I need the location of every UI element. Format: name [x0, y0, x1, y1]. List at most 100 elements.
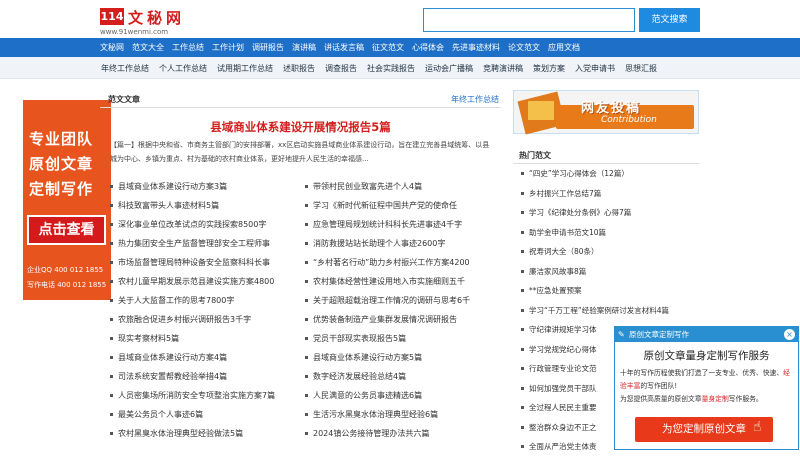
article-link[interactable]: 人员密集场所消防安全专项整治实施方案7篇 [108, 386, 303, 405]
close-icon[interactable]: × [784, 329, 795, 340]
article-link[interactable]: 科技致富带头人事迹材料5篇 [108, 196, 303, 215]
subnav-item[interactable]: 年终工作总结 [96, 63, 154, 74]
article-link[interactable]: 农村黑臭水体治理典型经验做法5篇 [108, 424, 303, 443]
subnav-item[interactable]: 调查报告 [320, 63, 362, 74]
submit-title: 网友投稿 [581, 101, 642, 116]
article-link[interactable]: 带领村民创业致富先进个人4篇 [303, 177, 498, 196]
subnav-item[interactable]: 策划方案 [528, 63, 570, 74]
article-link[interactable]: 县域商业体系建设行动方案4篇 [108, 348, 303, 367]
header: 114 文秘网 www.91wenmi.com 范文搜索 [0, 0, 800, 38]
ad-line: 原创文章 [29, 155, 94, 173]
pencil-icon: ✎ [618, 330, 625, 339]
feature-title[interactable]: 县域商业体系建设开展情况报告5篇 [100, 119, 501, 135]
nav-item[interactable]: 心得体会 [408, 42, 448, 53]
article-link[interactable]: 农旅融合促进乡村振兴调研报告3千字 [108, 310, 303, 329]
nav-item[interactable]: 论文范文 [504, 42, 544, 53]
article-link[interactable]: 市场监督管理局特种设备安全监察科科长事 [108, 253, 303, 272]
feature-tag: 【篇一】 [110, 141, 138, 149]
logo-url: www.91wenmi.com [100, 28, 169, 36]
popup-bar-title: 原创文章定制写作 [629, 330, 689, 339]
desc-highlight: 量身定制 [701, 395, 729, 403]
subnav-item[interactable]: 思想汇报 [620, 63, 662, 74]
subnav-item[interactable]: 个人工作总结 [154, 63, 212, 74]
feature-summary: 【篇一】根据中央和省、市商务主管部门的安排部署，xx区启动实施县域商业体系建设行… [110, 138, 495, 166]
search-input[interactable] [423, 8, 635, 32]
logo-name: 文秘网 [128, 9, 186, 27]
article-link[interactable]: 县域商业体系建设行动方案3篇 [108, 177, 303, 196]
article-link[interactable]: 最美公务员个人事迹6篇 [108, 405, 303, 424]
article-link[interactable]: 县域商业体系建设行动方案5篇 [303, 348, 498, 367]
search-button[interactable]: 范文搜索 [639, 8, 700, 32]
hot-article-link[interactable]: 乡村振兴工作总结7篇 [513, 184, 699, 204]
desc-text: 为您提供高质量的原创文章 [620, 395, 702, 403]
popup-heading: 原创文章量身定制写作服务 [643, 350, 770, 362]
article-link[interactable]: 现实考察材料5篇 [108, 329, 303, 348]
desc-text: 的写作团队! [640, 382, 678, 390]
main-nav: 文秘网 范文大全 工作总结 工作计划 调研报告 演讲稿 讲话发言稿 征文范文 心得体会 先进事迹材… [0, 38, 800, 57]
hot-article-link[interactable]: 学习《纪律处分条例》心得7篇 [513, 203, 699, 223]
logo-badge: 114 [100, 8, 124, 25]
nav-item[interactable]: 文秘网 [96, 42, 128, 53]
section-title: 范文文章 [108, 95, 140, 104]
paper-icon [528, 101, 554, 120]
hot-article-link[interactable]: **应急处置预案 [513, 281, 699, 301]
nav-item[interactable]: 工作总结 [168, 42, 208, 53]
hot-article-link[interactable]: “四史”学习心得体会（12篇） [513, 164, 699, 184]
ad-phone: 写作电话 400 012 1855 [27, 281, 107, 289]
subnav-item[interactable]: 竞聘演讲稿 [478, 63, 528, 74]
nav-item[interactable]: 应用文档 [544, 42, 584, 53]
hot-article-link[interactable]: 廉洁家风故事8篇 [513, 262, 699, 282]
article-link[interactable]: “乡村著名行动”助力乡村振兴工作方案4200 [303, 253, 498, 272]
article-link[interactable]: 农村集体经营性建设用地入市实施细则五千 [303, 272, 498, 291]
subnav-item[interactable]: 试用期工作总结 [212, 63, 278, 74]
submit-subtitle: Contribution [601, 115, 657, 125]
hot-article-link[interactable]: 助学金申请书范文10篇 [513, 223, 699, 243]
nav-item[interactable]: 先进事迹材料 [448, 42, 504, 53]
article-link[interactable]: 消防救援站站长助理个人事迹2600字 [303, 234, 498, 253]
article-link[interactable]: 学习《新时代新征程中国共产党的使命任 [303, 196, 498, 215]
ad-line: 定制写作 [29, 180, 94, 198]
article-link[interactable]: 应急管理局规划统计科科长先进事迹4千字 [303, 215, 498, 234]
ad-line: 专业团队 [29, 130, 94, 148]
nav-item[interactable]: 范文大全 [128, 42, 168, 53]
nav-item[interactable]: 演讲稿 [288, 42, 320, 53]
desc-text: 写作服务。 [728, 395, 763, 403]
article-list-left: 县域商业体系建设行动方案3篇 科技致富带头人事迹材料5篇 深化事业单位改革试点的实践… [108, 177, 303, 443]
custom-writing-popup: ✎ 原创文章定制写作 × 原创文章量身定制写作服务 十年的写作历程使我们打造了一… [614, 326, 799, 450]
subnav-item[interactable]: 社会实践报告 [362, 63, 420, 74]
ad-qq: 企业QQ 400 012 1855 [27, 266, 104, 274]
hot-title: 热门范文 [519, 151, 551, 160]
left-ad-banner[interactable]: 专业团队 原创文章 定制写作 点击查看 企业QQ 400 012 1855 写作… [23, 100, 111, 300]
article-link[interactable]: 司法系统安置帮教经验举措4篇 [108, 367, 303, 386]
popup-description: 十年的写作历程使我们打造了一支专业、优秀、快速、经验丰富的写作团队! 为您提供高… [620, 367, 794, 406]
article-link[interactable]: 2024镇公务接待管理办法共六篇 [303, 424, 498, 443]
hot-article-link[interactable]: 学习“千万工程”经验案例研讨发言材料4篇 [513, 301, 699, 321]
hot-article-link[interactable]: 祝寿词大全（80条） [513, 242, 699, 262]
submit-banner[interactable]: 网友投稿 Contribution [513, 90, 699, 135]
article-link[interactable]: 党员干部现实表现报告5篇 [303, 329, 498, 348]
subnav-item[interactable]: 运动会广播稿 [420, 63, 478, 74]
nav-item[interactable]: 调研报告 [248, 42, 288, 53]
article-link[interactable]: 农村儿童早期发展示范县建设实施方案4800 [108, 272, 303, 291]
nav-item[interactable]: 工作计划 [208, 42, 248, 53]
subnav-item[interactable]: 入党申请书 [570, 63, 620, 74]
hot-header: 热门范文 [513, 147, 699, 164]
section-header: 范文文章 年终工作总结 [100, 92, 501, 108]
article-link[interactable]: 人民满意的公务员事迹精选6篇 [303, 386, 498, 405]
article-list-right: 带领村民创业致富先进个人4篇 学习《新时代新征程中国共产党的使命任 应急管理局规划统… [303, 177, 498, 443]
section-more-link[interactable]: 年终工作总结 [451, 94, 499, 105]
article-link[interactable]: 关于人大监督工作的思考7800字 [108, 291, 303, 310]
article-link[interactable]: 深化事业单位改革试点的实践探索8500字 [108, 215, 303, 234]
nav-item[interactable]: 征文范文 [368, 42, 408, 53]
ad-view-button[interactable]: 点击查看 [27, 215, 106, 245]
article-link[interactable]: 数字经济发展经验总结4篇 [303, 367, 498, 386]
subnav-item[interactable]: 述职报告 [278, 63, 320, 74]
nav-item[interactable]: 讲话发言稿 [320, 42, 368, 53]
article-link[interactable]: 生活污水黑臭水体治理典型经验6篇 [303, 405, 498, 424]
hand-pointer-icon: ☝ [753, 419, 762, 435]
article-link[interactable]: 热力集团安全生产监督管理部安全工程师事 [108, 234, 303, 253]
popup-titlebar: ✎ 原创文章定制写作 × [615, 327, 798, 342]
article-link[interactable]: 优势装备制造产业集群发展情况调研报告 [303, 310, 498, 329]
desc-text: 十年的写作历程使我们打造了一支专业、优秀、快速、 [620, 369, 784, 377]
article-link[interactable]: 关于超限超载治理工作情况的调研与思考6千 [303, 291, 498, 310]
